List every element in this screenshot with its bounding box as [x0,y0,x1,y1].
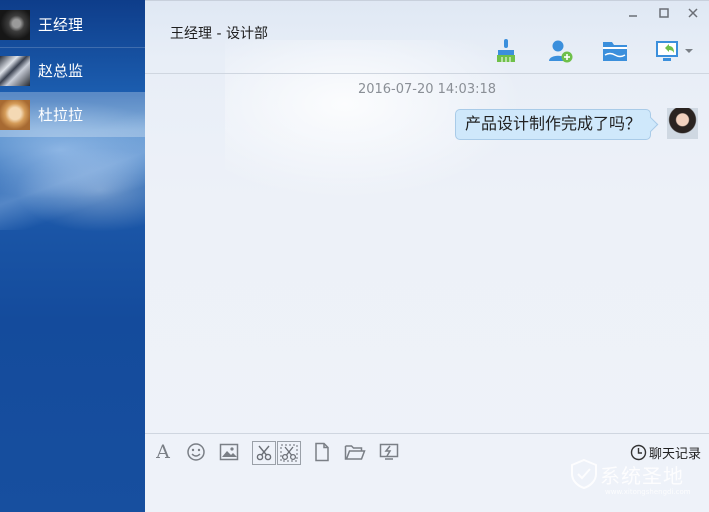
watermark-text: 系统圣地 [600,463,684,488]
contact-name: 王经理 [38,16,84,34]
header-divider [145,73,709,74]
contact-item-wang[interactable]: 王经理 [0,2,145,47]
scissors-icon[interactable] [252,441,276,465]
screen-share-icon[interactable] [653,36,697,66]
contact-name: 赵总监 [38,62,84,80]
contact-avatar [0,99,30,130]
chat-title: 王经理 - 设计部 [170,26,268,42]
screenshot-options-icon[interactable] [277,441,301,465]
brush-icon[interactable] [491,36,521,66]
message-timestamp: 2016-07-20 14:03:18 [357,82,497,97]
file-icon[interactable] [311,441,333,463]
folder-open-icon[interactable] [344,441,366,463]
image-icon[interactable] [218,441,240,463]
add-contact-icon[interactable] [545,36,575,66]
emoji-icon[interactable] [185,441,207,463]
contact-avatar [0,9,30,40]
message-bubble: 产品设计制作完成了吗？ [454,109,651,140]
contact-item-du[interactable]: 杜拉拉 [0,92,145,137]
font-icon[interactable]: A [152,441,174,463]
contact-avatar [0,55,30,86]
input-divider [145,433,709,434]
maximize-icon[interactable] [656,7,672,23]
contact-item-zhao[interactable]: 赵总监 [0,47,145,93]
sender-avatar [667,108,698,139]
contact-name: 杜拉拉 [38,106,84,124]
watermark-url: www.xitongshengdi.com [605,488,691,496]
watermark: 系统圣地 [568,458,684,490]
top-border [145,0,709,1]
minimize-icon[interactable] [625,7,641,23]
close-icon[interactable] [685,7,701,23]
shield-logo-icon [571,458,597,490]
chat-window: 王经理 赵总监 杜拉拉 王经理 - 设计部 2016-07-20 14:03:1… [0,0,709,512]
chat-panel: 王经理 - 设计部 2016-07-20 14:03:18 产品设计制作完成了吗… [145,0,709,512]
contact-list: 王经理 赵总监 杜拉拉 [0,0,145,512]
folder-icon[interactable] [600,36,630,66]
shake-icon[interactable] [378,441,400,463]
